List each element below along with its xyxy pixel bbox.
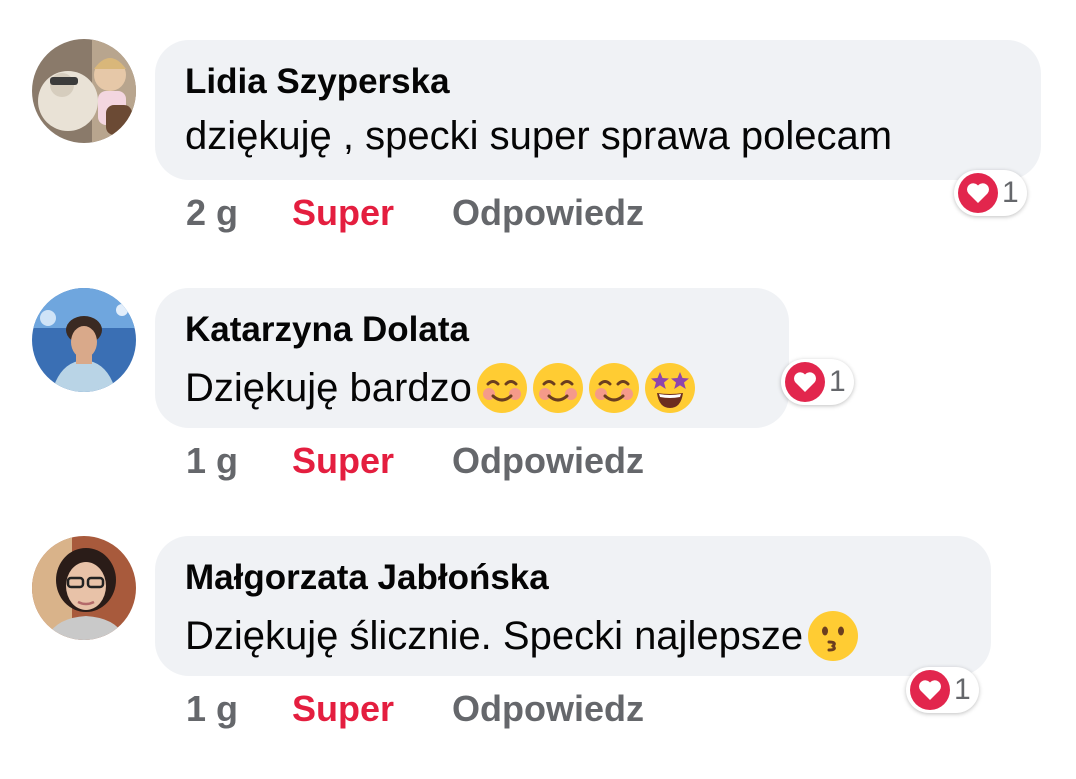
comment-text: Dziękuję ślicznie. Specki najlepsze bbox=[185, 610, 859, 662]
comment-bubble: Lidia Szyperska dziękuję , specki super … bbox=[155, 40, 1041, 180]
comment-author[interactable]: Małgorzata Jabłońska bbox=[185, 558, 549, 598]
comment-text-content: Dziękuję ślicznie. Specki najlepsze bbox=[185, 613, 804, 658]
avatar[interactable] bbox=[32, 288, 136, 392]
comment-text: Dziękuję bardzo bbox=[185, 362, 696, 414]
heart-icon bbox=[910, 670, 950, 710]
reaction-count: 1 bbox=[954, 673, 971, 706]
comment-text-content: dziękuję , specki super sprawa polecam bbox=[185, 114, 893, 158]
smiling-blush-emoji bbox=[532, 363, 583, 413]
star-struck-emoji bbox=[644, 363, 695, 413]
reply-button[interactable]: Odpowiedz bbox=[452, 688, 644, 730]
comment-time[interactable]: 2 g bbox=[186, 192, 238, 234]
comment-author[interactable]: Lidia Szyperska bbox=[185, 62, 450, 102]
smiling-blush-emoji bbox=[476, 363, 527, 413]
smiling-blush-emoji bbox=[588, 363, 639, 413]
comment-bubble: Katarzyna Dolata Dziękuję bardzo bbox=[155, 288, 789, 428]
like-button[interactable]: Super bbox=[292, 688, 394, 730]
reaction-badge[interactable]: 1 bbox=[954, 170, 1027, 216]
comment-author[interactable]: Katarzyna Dolata bbox=[185, 310, 469, 350]
comment-time[interactable]: 1 g bbox=[186, 440, 238, 482]
reply-button[interactable]: Odpowiedz bbox=[452, 440, 644, 482]
heart-icon bbox=[785, 362, 825, 402]
reply-button[interactable]: Odpowiedz bbox=[452, 192, 644, 234]
like-button[interactable]: Super bbox=[292, 192, 394, 234]
avatar[interactable] bbox=[32, 39, 136, 143]
like-button[interactable]: Super bbox=[292, 440, 394, 482]
comment-bubble: Małgorzata Jabłońska Dziękuję ślicznie. … bbox=[155, 536, 991, 676]
reaction-badge[interactable]: 1 bbox=[781, 359, 854, 405]
reaction-badge[interactable]: 1 bbox=[906, 667, 979, 713]
kissing-emoji bbox=[808, 611, 859, 661]
comment-text-content: Dziękuję bardzo bbox=[185, 365, 472, 410]
heart-icon bbox=[958, 173, 998, 213]
reaction-count: 1 bbox=[829, 365, 846, 398]
reaction-count: 1 bbox=[1002, 176, 1019, 209]
avatar[interactable] bbox=[32, 536, 136, 640]
comment-time[interactable]: 1 g bbox=[186, 688, 238, 730]
comment-text: dziękuję , specki super sprawa polecam bbox=[185, 114, 892, 159]
